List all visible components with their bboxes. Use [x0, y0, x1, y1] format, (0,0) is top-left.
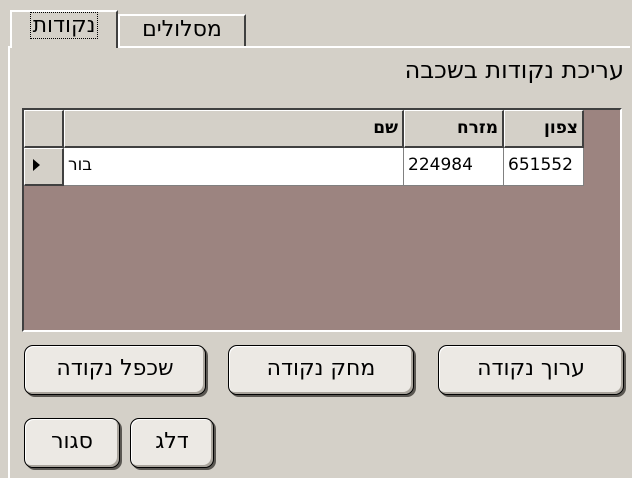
close-label: סגור [51, 429, 93, 454]
skip-button[interactable]: דלג [130, 418, 214, 468]
panel-heading: עריכת נקודות בשכבה [404, 56, 624, 84]
column-header-east[interactable]: מזרח [404, 110, 504, 148]
duplicate-point-button[interactable]: שכפל נקודה [24, 345, 206, 395]
dialog-window: נקודות מסלולים עריכת נקודות בשכבה שם מזר… [0, 0, 632, 478]
duplicate-point-label: שכפל נקודה [56, 356, 174, 381]
edit-point-button[interactable]: ערוך נקודה [438, 345, 624, 395]
column-header-name-label: שם [373, 118, 398, 138]
cell-east-value: 224984 [408, 155, 473, 175]
tab-routes[interactable]: מסלולים [118, 14, 246, 46]
edit-point-label: ערוך נקודה [477, 356, 585, 381]
current-row-arrow-icon [33, 159, 40, 171]
delete-point-label: מחק נקודה [266, 356, 376, 381]
close-button[interactable]: סגור [24, 418, 120, 468]
grid-corner-header [24, 110, 64, 148]
cell-north-value: 651552 [508, 155, 573, 175]
table-cell-east[interactable]: 224984 [404, 148, 504, 186]
tab-points[interactable]: נקודות [10, 10, 118, 48]
column-header-north-label: צפון [544, 118, 578, 138]
tab-routes-label: מסלולים [142, 17, 222, 42]
skip-label: דלג [155, 429, 189, 454]
points-grid[interactable]: שם מזרח צפון בור 224984 651552 [22, 108, 622, 332]
table-cell-north[interactable]: 651552 [504, 148, 584, 186]
column-header-east-label: מזרח [456, 118, 498, 138]
cell-name-value: בור [68, 155, 93, 175]
tab-points-label: נקודות [29, 12, 99, 39]
column-header-north[interactable]: צפון [504, 110, 584, 148]
delete-point-button[interactable]: מחק נקודה [228, 345, 414, 395]
table-cell-name[interactable]: בור [64, 148, 404, 186]
row-header[interactable] [24, 148, 64, 186]
column-header-name[interactable]: שם [64, 110, 404, 148]
